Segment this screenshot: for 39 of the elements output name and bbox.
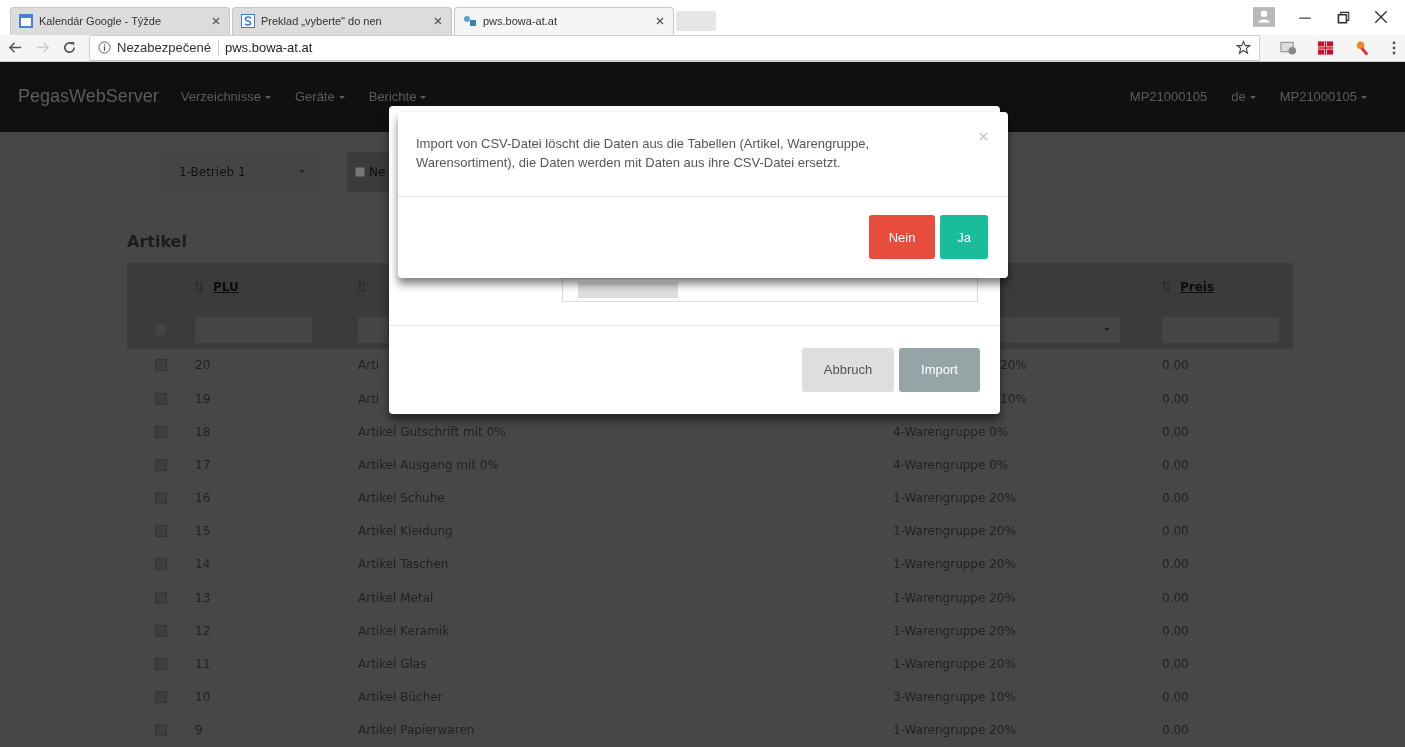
close-icon[interactable]: [433, 16, 443, 27]
star-icon[interactable]: [1236, 40, 1251, 56]
edit-icon: [355, 166, 365, 177]
address-field[interactable]: Nezabezpečené pws.bowa-at.at: [89, 34, 1260, 61]
menu-link[interactable]: MP21000105: [1279, 89, 1357, 105]
reload-icon[interactable]: [62, 40, 77, 56]
letter-s-icon: [241, 14, 255, 29]
dialog-button[interactable]: Ja: [940, 215, 988, 260]
url-text: pws.bowa-at.at: [224, 40, 313, 56]
flag-icon[interactable]: [1317, 39, 1334, 56]
new-tab-button[interactable]: [676, 10, 716, 31]
extension-icon[interactable]: [1354, 39, 1371, 56]
menu-link[interactable]: Geräte: [294, 89, 335, 105]
extension-icon[interactable]: [1280, 39, 1297, 56]
browser-tab[interactable]: pws.bowa-at.at: [454, 6, 674, 35]
browser-tab[interactable]: Preklad „vyberte" do nen: [232, 6, 452, 35]
calendar-icon: [19, 14, 33, 29]
file-input-field[interactable]: [562, 277, 978, 302]
filter-field[interactable]: [358, 316, 388, 343]
menu-link[interactable]: MP21000105: [1129, 89, 1208, 105]
restore-icon[interactable]: [1335, 9, 1351, 26]
user-icon[interactable]: [1253, 7, 1275, 28]
filter-select[interactable]: [1000, 316, 1120, 343]
menu-icon[interactable]: [1391, 39, 1397, 56]
dialog-button[interactable]: Abbruch: [802, 347, 894, 392]
dialog-button[interactable]: Nein: [869, 215, 935, 260]
close-icon[interactable]: [655, 16, 665, 27]
logo-icon: [463, 14, 477, 29]
dialog-message: Import von CSV-Datei löscht die Daten aus die Tabellen (Artikel, Warengruppe, Warensortiment), die Daten werden mit Daten aus ihre CSV-Datei ersetzt.: [416, 134, 871, 172]
menu-link[interactable]: Berichte: [368, 89, 417, 105]
security-label: Nezabezpečené: [117, 40, 219, 56]
menu-link[interactable]: de: [1231, 89, 1246, 105]
brand-link[interactable]: PegasWebServer: [18, 86, 159, 108]
close-icon[interactable]: [211, 16, 221, 27]
dialog-button[interactable]: Import: [899, 347, 980, 392]
browser-tab[interactable]: Kalendár Google - Týžde: [10, 6, 230, 35]
info-icon: [98, 41, 111, 55]
menu-link[interactable]: Verzeichnisse: [180, 89, 261, 105]
close-icon[interactable]: [1373, 9, 1389, 26]
